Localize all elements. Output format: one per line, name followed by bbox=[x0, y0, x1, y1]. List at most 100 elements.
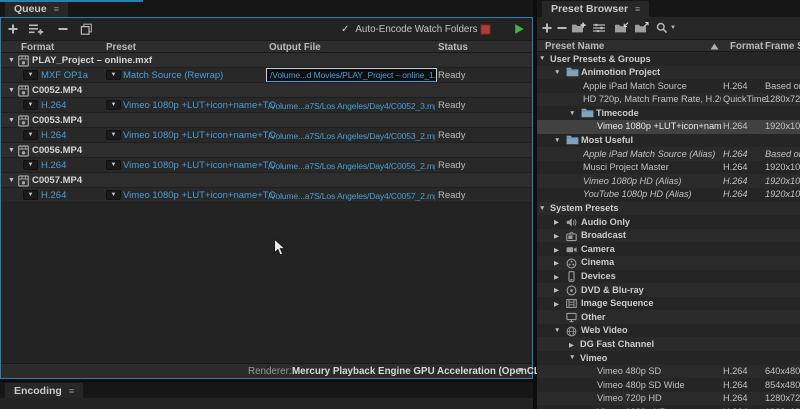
queue-output-row[interactable]: ▼ H.264 ▼ Vimeo 1080p +LUT+icon+name+TC/Vol… bbox=[1, 158, 532, 173]
disclosure-arrow-icon[interactable]: ▶ bbox=[554, 300, 559, 308]
output-format-link[interactable]: MXF OP1a bbox=[41, 70, 88, 81]
format-dropdown-icon[interactable]: ▼ bbox=[23, 190, 38, 200]
preset-row[interactable]: Apple iPad Match Source H.264 Based on sou… bbox=[537, 79, 800, 93]
output-format-link[interactable]: H.264 bbox=[41, 100, 66, 111]
queue-output-row[interactable]: ▼ H.264 ▼ Vimeo 1080p +LUT+icon+name+TC/Vol… bbox=[1, 188, 532, 203]
sort-ascending-icon[interactable] bbox=[710, 43, 719, 50]
category-row[interactable]: Other bbox=[537, 310, 800, 324]
panel-menu-icon[interactable]: ≡ bbox=[69, 386, 74, 396]
output-file-link[interactable]: /Volume...a7S/Los Angeles/Day4/C0053_2.m… bbox=[268, 131, 435, 141]
disclosure-arrow-icon[interactable]: ▼ bbox=[8, 117, 15, 124]
disclosure-arrow-icon[interactable]: ▼ bbox=[539, 205, 545, 212]
category-row[interactable]: ▼ Web Video bbox=[537, 323, 800, 338]
disclosure-arrow-icon[interactable]: ▶ bbox=[554, 246, 559, 254]
category-row[interactable]: ▶ Image Sequence bbox=[537, 296, 800, 311]
group-row[interactable]: ▶ DG Fast Channel bbox=[537, 337, 800, 352]
queue-source-row[interactable]: ▼ PLAY_Project – online.mxf bbox=[1, 53, 532, 68]
output-file-link[interactable]: /Volume...a7S/Los Angeles/Day4/C0056_2.m… bbox=[268, 161, 435, 171]
queue-output-row[interactable]: ▼ H.264 ▼ Vimeo 1080p +LUT+icon+name+TC/Vol… bbox=[1, 128, 532, 143]
disclosure-arrow-icon[interactable]: ▼ bbox=[554, 327, 560, 334]
col-preset-format[interactable]: Format bbox=[730, 41, 763, 52]
preset-row[interactable]: Vimeo 480p SD Wide H.264 854x480 bbox=[537, 378, 800, 392]
category-row[interactable]: ▶ Cinema bbox=[537, 255, 800, 270]
disclosure-arrow-icon[interactable]: ▼ bbox=[554, 137, 560, 144]
folder-row[interactable]: ▼ Timecode bbox=[537, 106, 800, 120]
disclosure-arrow-icon[interactable]: ▶ bbox=[554, 218, 559, 226]
preset-dropdown-icon[interactable]: ▼ bbox=[106, 130, 121, 140]
disclosure-arrow-icon[interactable]: ▶ bbox=[554, 273, 559, 281]
preset-row[interactable]: HD 720p, Match Frame Rate, H.264, AAC...… bbox=[537, 92, 800, 107]
search-icon[interactable] bbox=[656, 22, 668, 34]
format-dropdown-icon[interactable]: ▼ bbox=[23, 100, 38, 110]
format-dropdown-icon[interactable]: ▼ bbox=[23, 70, 38, 80]
output-format-link[interactable]: H.264 bbox=[41, 130, 66, 141]
disclosure-arrow-icon[interactable]: ▼ bbox=[569, 354, 575, 361]
queue-source-row[interactable]: ▼ C0052.MP4 bbox=[1, 83, 532, 98]
panel-menu-icon[interactable]: ≡ bbox=[635, 4, 640, 14]
import-preset-button[interactable] bbox=[614, 22, 629, 34]
disclosure-arrow-icon[interactable]: ▼ bbox=[8, 147, 15, 154]
disclosure-arrow-icon[interactable]: ▼ bbox=[569, 110, 575, 117]
disclosure-arrow-icon[interactable]: ▼ bbox=[8, 57, 15, 64]
category-row[interactable]: ▶ DVD & Blu-ray bbox=[537, 283, 800, 297]
disclosure-arrow-icon[interactable]: ▶ bbox=[554, 259, 559, 267]
preset-dropdown-icon[interactable]: ▼ bbox=[106, 70, 121, 80]
preset-row[interactable]: Vimeo 1080p HD (Alias) H.264 1920x1080 bbox=[537, 174, 800, 188]
output-file-link[interactable]: /Volume...a7S/Los Angeles/Day4/C0057_2.m… bbox=[268, 191, 435, 201]
queue-output-row[interactable]: ▼ MXF OP1a ▼ Match Source (Rewrap)/Volume..… bbox=[1, 68, 532, 83]
disclosure-arrow-icon[interactable]: ▶ bbox=[569, 341, 574, 349]
queue-source-row[interactable]: ▼ C0056.MP4 bbox=[1, 143, 532, 158]
root-row[interactable]: ▼ System Presets bbox=[537, 201, 800, 216]
format-dropdown-icon[interactable]: ▼ bbox=[23, 160, 38, 170]
output-file-link[interactable]: /Volume...a7S/Los Angeles/Day4/C0052_3.m… bbox=[268, 101, 435, 111]
category-row[interactable]: ▶ Audio Only bbox=[537, 215, 800, 229]
queue-output-row[interactable]: ▼ H.264 ▼ Vimeo 1080p +LUT+icon+name+TC/Vol… bbox=[1, 98, 532, 113]
tab-preset-browser[interactable]: Preset Browser ≡ bbox=[542, 1, 650, 17]
delete-preset-button[interactable] bbox=[556, 22, 568, 34]
preset-row[interactable]: Vimeo 480p SD H.264 640x480 bbox=[537, 364, 800, 379]
folder-row[interactable]: ▼ Animotion Project bbox=[537, 65, 800, 80]
preset-row[interactable]: Vimeo 1080p +LUT+icon+name+TCH.264 1920x1… bbox=[537, 119, 800, 134]
disclosure-arrow-icon[interactable]: ▼ bbox=[554, 69, 560, 76]
col-frame-size[interactable]: Frame Size bbox=[765, 41, 800, 52]
auto-encode-watch-folders-checkbox[interactable]: ✓ Auto-Encode Watch Folders bbox=[341, 24, 478, 35]
output-preset-link[interactable]: Vimeo 1080p +LUT+icon+name+TC bbox=[123, 100, 275, 111]
stop-queue-button[interactable] bbox=[480, 24, 491, 35]
preset-dropdown-icon[interactable]: ▼ bbox=[106, 100, 121, 110]
category-row[interactable]: ▶ Devices bbox=[537, 269, 800, 284]
remove-button[interactable] bbox=[57, 23, 69, 35]
disclosure-arrow-icon[interactable]: ▶ bbox=[554, 232, 559, 240]
export-preset-button[interactable] bbox=[634, 22, 649, 34]
preset-dropdown-icon[interactable]: ▼ bbox=[106, 190, 121, 200]
preset-row[interactable]: Vimeo 720p HD H.264 1280x720 bbox=[537, 391, 800, 406]
output-format-link[interactable]: H.264 bbox=[41, 160, 66, 171]
col-preset-name[interactable]: Preset Name bbox=[545, 41, 604, 52]
preset-row[interactable]: Vimeo 1080p HDH.2641920x1080 bbox=[537, 405, 800, 409]
folder-row[interactable]: ▼ Most Useful bbox=[537, 133, 800, 148]
search-options-dropdown-icon[interactable]: ▼ bbox=[670, 25, 676, 31]
queue-source-row[interactable]: ▼ C0053.MP4 bbox=[1, 113, 532, 128]
duplicate-button[interactable] bbox=[80, 23, 93, 36]
category-row[interactable]: ▶ Broadcast bbox=[537, 228, 800, 243]
output-format-link[interactable]: H.264 bbox=[41, 190, 66, 201]
group-row[interactable]: ▼ Vimeo bbox=[537, 351, 800, 365]
category-row[interactable]: ▶ Camera bbox=[537, 242, 800, 256]
renderer-value[interactable]: Mercury Playback Engine GPU Acceleration… bbox=[292, 366, 543, 377]
panel-menu-icon[interactable]: ≡ bbox=[54, 4, 59, 14]
add-source-button[interactable] bbox=[7, 23, 19, 35]
new-group-button[interactable] bbox=[571, 22, 586, 34]
disclosure-arrow-icon[interactable]: ▶ bbox=[554, 286, 559, 294]
format-dropdown-icon[interactable]: ▼ bbox=[23, 130, 38, 140]
output-preset-link[interactable]: Vimeo 1080p +LUT+icon+name+TC bbox=[123, 160, 275, 171]
add-output-button[interactable] bbox=[28, 23, 44, 35]
root-row[interactable]: ▼ User Presets & Groups bbox=[537, 52, 800, 66]
disclosure-arrow-icon[interactable]: ▼ bbox=[8, 87, 15, 94]
disclosure-arrow-icon[interactable]: ▼ bbox=[539, 55, 545, 62]
output-file-link[interactable]: /Volume...d Movies/PLAY_Project – online… bbox=[266, 68, 437, 82]
disclosure-arrow-icon[interactable]: ▼ bbox=[8, 177, 15, 184]
renderer-dropdown-icon[interactable]: ▼ bbox=[517, 367, 524, 374]
tab-encoding[interactable]: Encoding ≡ bbox=[5, 383, 84, 399]
queue-source-row[interactable]: ▼ C0057.MP4 bbox=[1, 173, 532, 188]
start-queue-button[interactable] bbox=[513, 23, 525, 35]
preset-row[interactable]: Apple iPad Match Source (Alias) H.264 Base… bbox=[537, 147, 800, 161]
